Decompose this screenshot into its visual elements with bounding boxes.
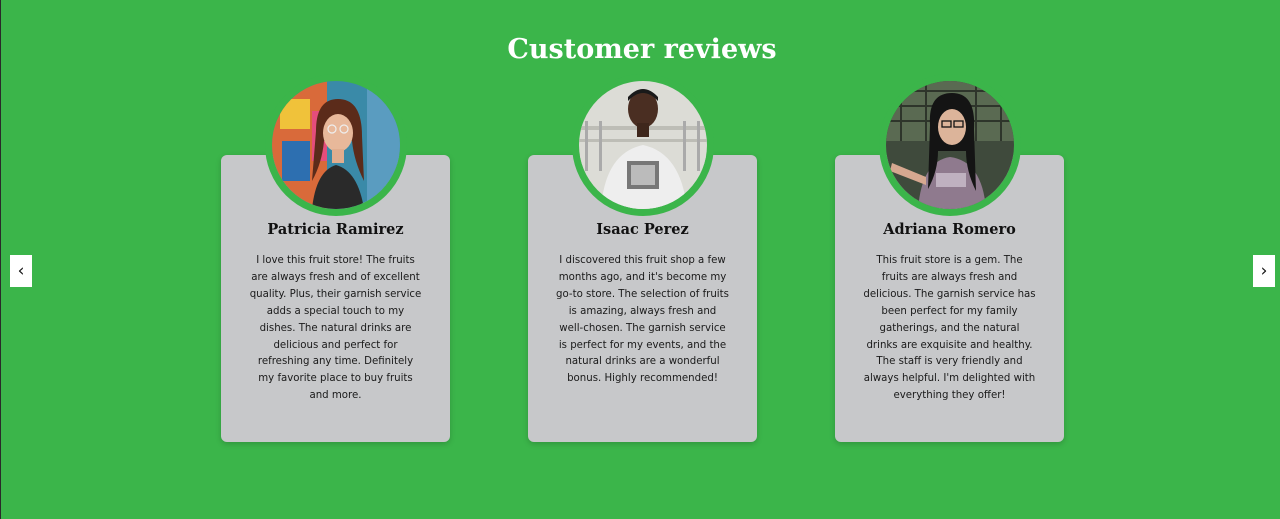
carousel-prev-button[interactable]: ‹ [10, 255, 32, 287]
reviewer-avatar [879, 74, 1021, 216]
review-text: I love this fruit store! The fruits are … [249, 255, 422, 402]
avatar-photo-image [579, 81, 707, 209]
avatar-photo-image [886, 81, 1014, 209]
carousel-next-button[interactable]: › [1253, 255, 1275, 287]
reviewer-name: Isaac Perez [596, 221, 689, 238]
review-text: I discovered this fruit shop a few month… [556, 255, 729, 385]
avatar-photo-image [272, 81, 400, 209]
reviewer-name: Patricia Ramirez [267, 221, 404, 238]
section-title: Customer reviews [507, 34, 777, 65]
page-edge-line [0, 0, 1, 519]
reviewer-name: Adriana Romero [883, 221, 1016, 238]
reviewer-avatar [265, 74, 407, 216]
review-text: This fruit store is a gem. The fruits ar… [863, 255, 1036, 402]
reviewer-avatar [572, 74, 714, 216]
